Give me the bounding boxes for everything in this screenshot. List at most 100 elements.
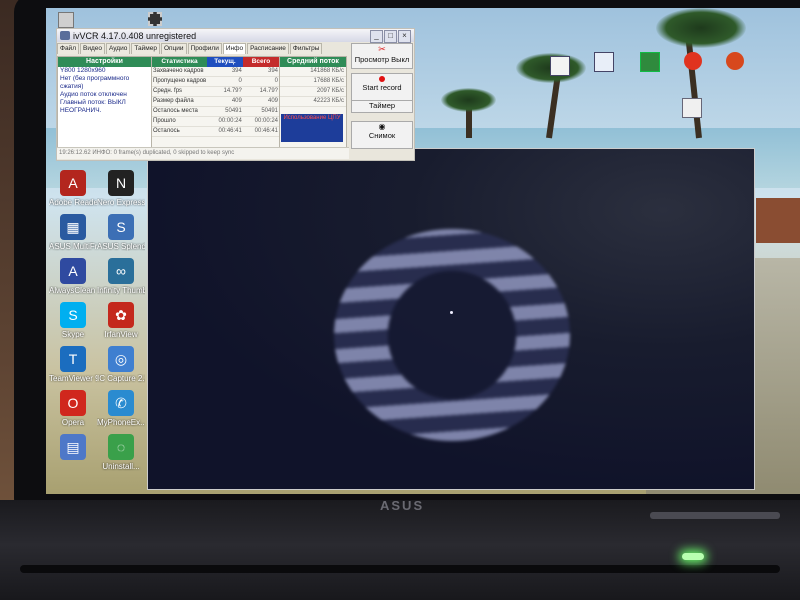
stat-name: Пропущено кадров — [153, 78, 207, 84]
stat-current: 0 — [238, 78, 242, 84]
palm-leaves — [441, 88, 496, 112]
settings-line: НЕОГРАНИЧ. — [60, 107, 102, 114]
stat-total: 00:00:24 — [254, 118, 279, 124]
table-row: Осталось 00:46:41 00:46:41 — [152, 127, 279, 137]
power-led — [682, 553, 704, 560]
app-shortcut-icon: ◎ — [108, 346, 134, 372]
snapshot-button[interactable]: ◉ Снимок — [351, 121, 413, 149]
stat-current: 50491 — [225, 108, 242, 114]
desktop-icon-shortcut[interactable] — [684, 52, 702, 70]
stat-total: 00:46:41 — [254, 128, 279, 134]
start-record-button[interactable]: Start record — [351, 73, 413, 101]
tab-item[interactable]: Таймер — [131, 43, 160, 54]
statistics-table: Статистика Текущ. Всего Захвачено кадров… — [151, 56, 280, 158]
tab-item[interactable]: Инфо — [222, 43, 247, 54]
statistics-rows: Захвачено кадров 394 394 Пропущено кадров 0 0… — [152, 67, 279, 137]
app-shortcut-icon: ∞ — [108, 258, 134, 284]
table-row: Захвачено кадров 394 394 — [152, 67, 279, 77]
tab-item[interactable]: Видео — [79, 43, 105, 54]
ivcr-window: ivVCR 4.17.0.408 unregistered _ □ × Файл… — [56, 28, 415, 161]
preview-button[interactable]: ✂ Просмотр Выкл — [351, 43, 413, 69]
settings-line: Y800 1280x960 — [60, 67, 106, 74]
table-row: Осталось места 50491 50491 — [152, 107, 279, 117]
close-button[interactable]: × — [398, 30, 411, 43]
stream-value: 42223 КБ/c — [280, 97, 346, 107]
palm-leaves — [656, 8, 746, 48]
stat-name: Осталось — [153, 128, 180, 134]
desktop-icon-label: ASUS Splendid Technology — [97, 242, 145, 251]
table-row: Прошло 00:00:24 00:00:24 — [152, 117, 279, 127]
status-bar: 19:26:12.62 ИНФО: 0 frame(s) duplicated,… — [57, 147, 349, 159]
stats-header-label: Статистика — [152, 57, 207, 67]
app-shortcut-icon: ◌ — [108, 434, 134, 460]
stat-total: 409 — [268, 98, 279, 104]
tab-item[interactable]: Расписание — [247, 43, 289, 54]
stat-current: 394 — [231, 68, 242, 74]
stats-header-current: Текущ. — [207, 57, 243, 67]
stream-value: 17688 КБ/c — [280, 77, 346, 87]
film-icon[interactable] — [148, 12, 162, 26]
desktop-icon-shortcut[interactable] — [594, 52, 614, 72]
control-panel: ✂ Просмотр Выкл Start record Таймер ◉ Сн… — [349, 43, 413, 158]
app-icon — [60, 31, 70, 40]
tab-item[interactable]: Файл — [57, 43, 79, 54]
start-record-label: Start record — [362, 83, 402, 92]
app-shortcut-icon: ✆ — [108, 390, 134, 416]
settings-line: Нет (без программного — [60, 75, 130, 82]
stream-header: Средний поток — [280, 57, 346, 67]
tab-item[interactable]: Фильтры — [289, 43, 323, 54]
desktop-icon-label: IrfanView — [104, 330, 138, 339]
stats-header-total: Всего — [243, 57, 279, 67]
camera-icon: ◉ — [378, 122, 386, 131]
desktop-icon-shortcut[interactable] — [726, 52, 744, 70]
stat-name: Размер файла — [153, 98, 194, 104]
stat-current: 409 — [231, 98, 242, 104]
tab-item[interactable]: Аудио — [105, 43, 131, 54]
laptop-hinge — [20, 565, 780, 573]
stat-name: Осталось места — [153, 108, 198, 114]
stat-name: Захвачено кадров — [153, 68, 204, 74]
desktop-icon-label: Uninstall... — [102, 462, 140, 471]
statistics-header: Статистика Текущ. Всего — [152, 57, 279, 67]
settings-lines: Y800 1280x960 Нет (без программного сжатия… — [58, 67, 151, 115]
timer-button[interactable]: Таймер — [351, 100, 413, 113]
brand-logo: ASUS — [380, 498, 425, 513]
snapshot-label: Снимок — [368, 131, 396, 140]
desktop-icon-label: IC Capture 2.2 — [97, 374, 145, 383]
minimize-button[interactable]: _ — [370, 30, 383, 43]
desktop-icon-top[interactable] — [58, 12, 74, 28]
stream-rows: 141868 КБ/c 17688 КБ/c 2097 КБ/c 42223 КБ/c — [280, 67, 346, 107]
window-title: ivVCR 4.17.0.408 unregistered — [73, 31, 197, 41]
wallpaper-house — [756, 198, 800, 243]
stat-total: 0 — [274, 78, 279, 84]
settings-line: Аудио поток отключен — [60, 91, 127, 98]
record-icon — [379, 76, 385, 82]
stat-name: Средн. fps — [153, 88, 183, 94]
desktop-icon-shortcut[interactable] — [640, 52, 660, 72]
stream-value: 2097 КБ/c — [280, 87, 346, 97]
stat-current: 00:00:24 — [218, 118, 242, 124]
preview-label: Просмотр Выкл — [354, 55, 410, 64]
app-shortcut-icon: ✿ — [108, 302, 134, 328]
settings-header: Настройки — [58, 57, 151, 67]
laptop-slot — [650, 512, 780, 519]
maximize-button[interactable]: □ — [384, 30, 397, 43]
desktop-icon-shortcut[interactable] — [682, 98, 702, 118]
desktop-icon-label: Infinity Thumbnail — [97, 286, 145, 295]
settings-panel: Настройки Y800 1280x960 Нет (без программ… — [57, 56, 152, 158]
desktop-icon-label: Nero Express Essentials — [97, 198, 145, 207]
stat-current: 14.79? — [223, 88, 242, 94]
stat-total: 50491 — [261, 108, 279, 114]
stat-total: 394 — [268, 68, 279, 74]
stat-current: 00:46:41 — [218, 128, 242, 134]
desktop-icon-shortcut[interactable] — [550, 56, 570, 76]
stream-panel: Средний поток 141868 КБ/c 17688 КБ/c 2097 … — [279, 56, 347, 158]
tab-item[interactable]: Опции — [160, 43, 187, 54]
table-row: Пропущено кадров 0 0 — [152, 77, 279, 87]
tab-item[interactable]: Профили — [187, 43, 222, 54]
settings-line: Главный поток: ВЫКЛ — [60, 99, 126, 106]
title-bar[interactable]: ivVCR 4.17.0.408 unregistered _ □ × — [57, 29, 414, 43]
video-preview-window[interactable] — [147, 148, 755, 490]
table-row: Средн. fps 14.79? 14.79? — [152, 87, 279, 97]
preview-icon: ✂ — [378, 44, 386, 54]
